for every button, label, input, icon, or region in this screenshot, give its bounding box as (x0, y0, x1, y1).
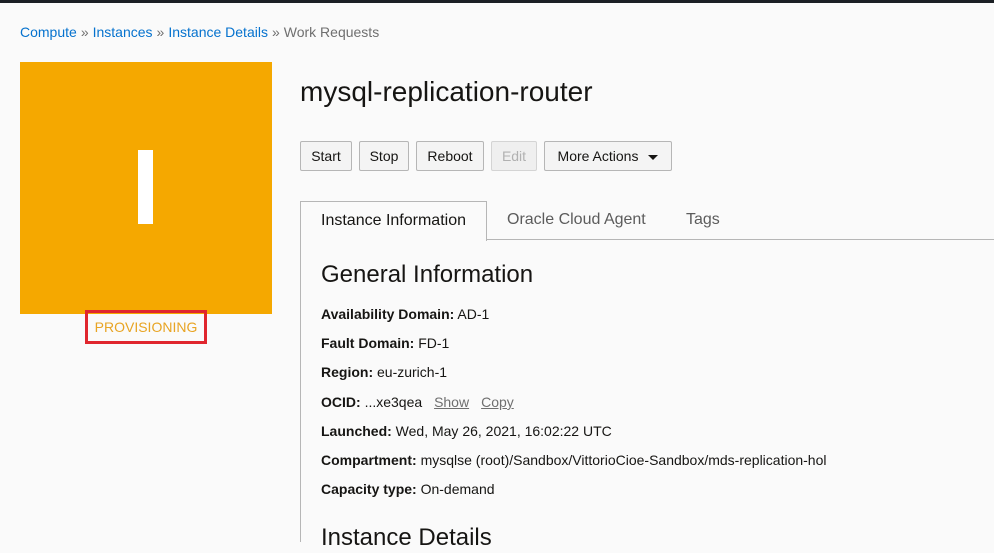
reboot-button[interactable]: Reboot (416, 141, 484, 171)
launched-row: Launched: Wed, May 26, 2021, 16:02:22 UT… (321, 422, 612, 440)
region-value: eu-zurich-1 (377, 364, 448, 380)
general-information-heading: General Information (321, 261, 534, 288)
breadcrumb-compute[interactable]: Compute (20, 24, 77, 40)
breadcrumb-current: Work Requests (283, 24, 380, 40)
more-actions-button[interactable]: More Actions (544, 141, 672, 171)
status-text: PROVISIONING (94, 319, 198, 335)
stop-button[interactable]: Stop (359, 141, 409, 171)
ocid-show-link[interactable]: Show (434, 394, 469, 410)
edit-button[interactable]: Edit (491, 141, 537, 171)
capacity-type-row: Capacity type: On-demand (321, 480, 495, 498)
fault-domain-value: FD-1 (418, 335, 450, 351)
fault-domain-row: Fault Domain: FD-1 (321, 334, 449, 352)
breadcrumb-separator: » (156, 24, 165, 40)
tab-bar: Instance Information Oracle Cloud Agent … (300, 201, 994, 241)
breadcrumb-separator: » (271, 24, 280, 40)
ocid-copy-link[interactable]: Copy (481, 394, 514, 410)
ocid-label: OCID: (321, 394, 361, 410)
compartment-label: Compartment: (321, 452, 417, 468)
tab-oracle-cloud-agent[interactable]: Oracle Cloud Agent (507, 201, 646, 240)
page-title: mysql-replication-router (300, 76, 593, 107)
ocid-row: OCID: ...xe3qea Show Copy (321, 393, 514, 411)
status-badge: PROVISIONING (85, 310, 207, 344)
ocid-value: ...xe3qea (364, 394, 423, 410)
capacity-type-value: On-demand (420, 481, 495, 497)
instance-tile-letter (138, 150, 153, 224)
tab-instance-information[interactable]: Instance Information (300, 201, 487, 241)
more-actions-label: More Actions (557, 148, 639, 164)
region-label: Region: (321, 364, 374, 380)
instance-details-heading: Instance Details (321, 524, 492, 551)
capacity-type-label: Capacity type: (321, 481, 417, 497)
breadcrumb-separator: » (80, 24, 89, 40)
top-border (0, 0, 994, 3)
availability-domain-value: AD-1 (457, 306, 490, 322)
availability-domain-label: Availability Domain: (321, 306, 455, 322)
breadcrumb-instance-details[interactable]: Instance Details (168, 24, 268, 40)
breadcrumb: Compute» Instances» Instance Details» Work … (20, 24, 379, 40)
compartment-value: mysqlse (root)/Sandbox/VittorioCioe-Sand… (420, 452, 827, 468)
compartment-row: Compartment: mysqlse (root)/Sandbox/Vitt… (321, 451, 827, 469)
availability-domain-row: Availability Domain: AD-1 (321, 305, 489, 323)
fault-domain-label: Fault Domain: (321, 335, 415, 351)
launched-label: Launched: (321, 423, 392, 439)
region-row: Region: eu-zurich-1 (321, 363, 447, 381)
caret-down-icon (648, 154, 659, 160)
breadcrumb-instances[interactable]: Instances (93, 24, 153, 40)
start-button[interactable]: Start (300, 141, 352, 171)
tab-tags[interactable]: Tags (686, 201, 720, 240)
launched-value: Wed, May 26, 2021, 16:02:22 UTC (395, 423, 612, 439)
panel-left-border (300, 239, 301, 542)
